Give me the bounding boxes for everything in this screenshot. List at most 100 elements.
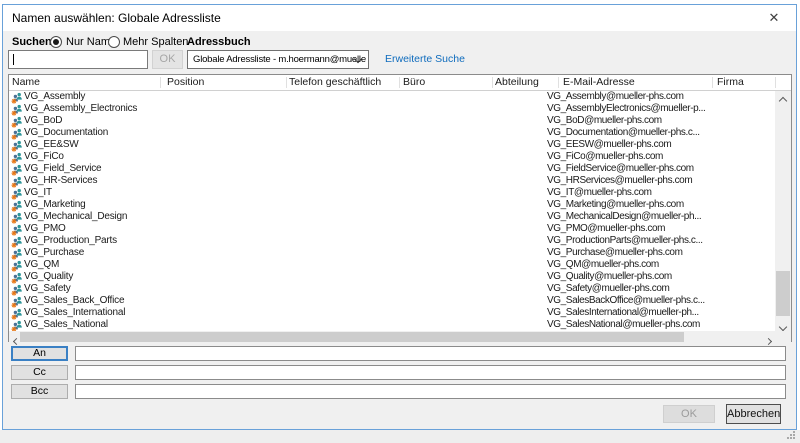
- addressbook-select[interactable]: Globale Adressliste - m.hoermann@muelle: [187, 50, 369, 69]
- row-email: VG_Documentation@mueller-phs.c...: [547, 127, 700, 139]
- column-divider[interactable]: [399, 77, 400, 88]
- to-field-wrap: [75, 346, 786, 361]
- list-item[interactable]: VG_Production_Parts VG_ProductionParts@m…: [9, 235, 775, 247]
- row-name: VG_BoD: [24, 115, 62, 127]
- row-email: VG_SalesBackOffice@mueller-phs.c...: [547, 295, 705, 307]
- distribution-list-icon: [11, 151, 23, 163]
- list-item[interactable]: VG_IT VG_IT@mueller-phs.com: [9, 187, 775, 199]
- row-email: VG_ProductionParts@mueller-phs.c...: [547, 235, 703, 247]
- row-email: VG_Marketing@mueller-phs.com: [547, 199, 684, 211]
- row-name: VG_Sales_International: [24, 307, 125, 319]
- row-name: VG_Assembly: [24, 91, 85, 103]
- row-name: VG_Field_Service: [24, 163, 101, 175]
- radio-more-columns[interactable]: [108, 36, 120, 48]
- resize-grip[interactable]: [787, 431, 797, 441]
- row-email: VG_Purchase@mueller-phs.com: [547, 247, 683, 259]
- row-name: VG_Mechanical_Design: [24, 211, 127, 223]
- row-email: VG_PMO@mueller-phs.com: [547, 223, 665, 235]
- distribution-list-icon: [11, 259, 23, 271]
- distribution-list-icon: [11, 115, 23, 127]
- distribution-list-icon: [11, 127, 23, 139]
- address-list: Name Position Telefon geschäftlich Büro …: [8, 74, 792, 342]
- to-button[interactable]: An: [11, 346, 68, 361]
- distribution-list-icon: [11, 295, 23, 307]
- horizontal-scrollbar-thumb[interactable]: [20, 332, 684, 342]
- list-item[interactable]: VG_FiCo VG_FiCo@mueller-phs.com: [9, 151, 775, 163]
- list-item[interactable]: VG_QM VG_QM@mueller-phs.com: [9, 259, 775, 271]
- column-divider[interactable]: [286, 77, 287, 88]
- list-item[interactable]: VG_Documentation VG_Documentation@muelle…: [9, 127, 775, 139]
- cc-button[interactable]: Cc: [11, 365, 68, 380]
- addressbook-label: Adressbuch: [187, 36, 251, 48]
- column-header-position[interactable]: Position: [167, 75, 204, 90]
- list-item[interactable]: VG_Marketing VG_Marketing@mueller-phs.co…: [9, 199, 775, 211]
- column-header-company[interactable]: Firma: [717, 75, 744, 90]
- list-item[interactable]: VG_Field_Service VG_FieldService@mueller…: [9, 163, 775, 175]
- distribution-list-icon: [11, 307, 23, 319]
- search-ok-button: OK: [152, 50, 183, 69]
- vertical-scrollbar[interactable]: [775, 91, 791, 331]
- row-email: VG_AssemblyElectronics@mueller-p...: [547, 103, 705, 115]
- column-header-department[interactable]: Abteilung: [495, 75, 539, 90]
- list-item[interactable]: VG_Assembly_Electronics VG_AssemblyElect…: [9, 103, 775, 115]
- list-item[interactable]: VG_Safety VG_Safety@mueller-phs.com: [9, 283, 775, 295]
- radio-more-columns-label[interactable]: Mehr Spalten: [123, 36, 188, 48]
- addressbook-selected-value: Globale Adressliste - m.hoermann@muelle: [193, 51, 366, 68]
- row-name: VG_QM: [24, 259, 59, 271]
- column-divider[interactable]: [712, 77, 713, 88]
- row-name: VG_Production_Parts: [24, 235, 117, 247]
- list-item[interactable]: VG_PMO VG_PMO@mueller-phs.com: [9, 223, 775, 235]
- row-name: VG_Quality: [24, 271, 73, 283]
- to-input[interactable]: [76, 351, 785, 364]
- distribution-list-icon: [11, 103, 23, 115]
- row-name: VG_Assembly_Electronics: [24, 103, 137, 115]
- list-item[interactable]: VG_Sales_Back_Office VG_SalesBackOffice@…: [9, 295, 775, 307]
- column-divider[interactable]: [160, 77, 161, 88]
- column-header-email[interactable]: E-Mail-Adresse: [563, 75, 635, 90]
- list-item[interactable]: VG_EE&SW VG_EESW@mueller-phs.com: [9, 139, 775, 151]
- cancel-button[interactable]: Abbrechen: [726, 404, 781, 424]
- distribution-list-icon: [11, 163, 23, 175]
- scroll-up-icon[interactable]: [775, 91, 791, 105]
- row-name: VG_Marketing: [24, 199, 86, 211]
- row-name: VG_Purchase: [24, 247, 84, 259]
- column-divider[interactable]: [492, 77, 493, 88]
- list-item[interactable]: VG_Purchase VG_Purchase@mueller-phs.com: [9, 247, 775, 259]
- column-header-office[interactable]: Büro: [403, 75, 425, 90]
- distribution-list-icon: [11, 247, 23, 259]
- column-divider[interactable]: [558, 77, 559, 88]
- column-divider[interactable]: [775, 77, 776, 88]
- select-names-dialog: Namen auswählen: Globale Adressliste ✕ S…: [2, 4, 797, 430]
- distribution-list-icon: [11, 223, 23, 235]
- column-header-name[interactable]: Name: [12, 75, 40, 90]
- bcc-field-wrap: [75, 384, 786, 399]
- title-bar[interactable]: Namen auswählen: Globale Adressliste ✕: [3, 5, 796, 31]
- search-input[interactable]: [8, 50, 148, 69]
- row-email: VG_MechanicalDesign@mueller-ph...: [547, 211, 701, 223]
- column-header-phone[interactable]: Telefon geschäftlich: [289, 75, 381, 90]
- close-icon[interactable]: ✕: [760, 7, 788, 29]
- list-item[interactable]: VG_Assembly VG_Assembly@mueller-phs.com: [9, 91, 775, 103]
- row-name: VG_Safety: [24, 283, 71, 295]
- row-email: VG_FieldService@mueller-phs.com: [547, 163, 694, 175]
- scroll-down-icon[interactable]: [775, 317, 791, 331]
- scroll-right-icon[interactable]: [761, 331, 775, 343]
- advanced-search-link[interactable]: Erweiterte Suche: [385, 53, 465, 65]
- list-item[interactable]: VG_Sales_International VG_SalesInternati…: [9, 307, 775, 319]
- cc-input[interactable]: [76, 370, 785, 383]
- list-item[interactable]: VG_Mechanical_Design VG_MechanicalDesign…: [9, 211, 775, 223]
- list-item[interactable]: VG_Sales_National VG_SalesNational@muell…: [9, 319, 775, 331]
- row-email: VG_QM@mueller-phs.com: [547, 259, 659, 271]
- radio-name-only[interactable]: [50, 36, 62, 48]
- bcc-input[interactable]: [76, 389, 785, 402]
- bcc-button[interactable]: Bcc: [11, 384, 68, 399]
- horizontal-scrollbar[interactable]: [9, 331, 775, 343]
- vertical-scrollbar-thumb[interactable]: [776, 271, 790, 316]
- row-email: VG_Safety@mueller-phs.com: [547, 283, 669, 295]
- list-item[interactable]: VG_BoD VG_BoD@mueller-phs.com: [9, 115, 775, 127]
- row-email: VG_BoD@mueller-phs.com: [547, 115, 662, 127]
- distribution-list-icon: [11, 271, 23, 283]
- list-item[interactable]: VG_Quality VG_Quality@mueller-phs.com: [9, 271, 775, 283]
- list-item[interactable]: VG_HR-Services VG_HRServices@mueller-phs…: [9, 175, 775, 187]
- cc-field-wrap: [75, 365, 786, 380]
